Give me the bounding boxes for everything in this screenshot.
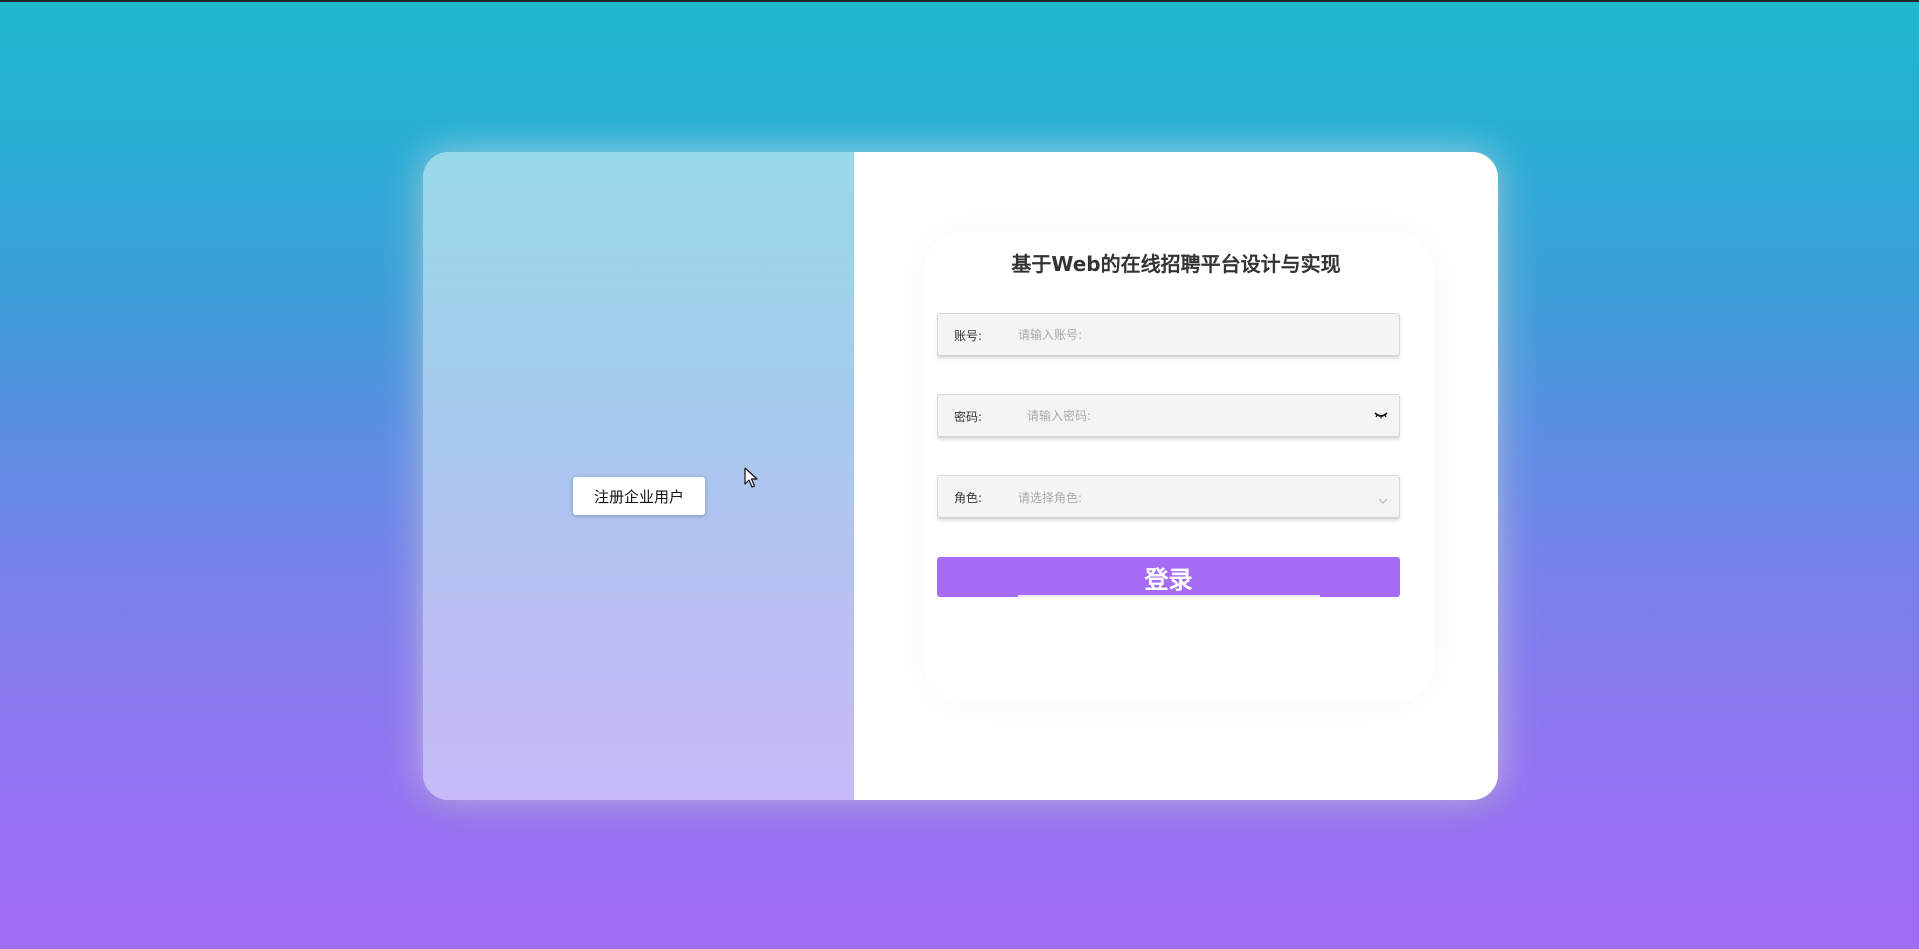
account-label: 账号: bbox=[954, 329, 983, 343]
page-title: 基于Web的在线招聘平台设计与实现 bbox=[1011, 252, 1341, 276]
password-field[interactable]: 密码: bbox=[937, 394, 1400, 438]
role-select-placeholder: 请选择角色: bbox=[1018, 491, 1083, 505]
login-button[interactable]: 登录 bbox=[937, 557, 1400, 597]
password-input[interactable] bbox=[1027, 395, 1367, 437]
account-input[interactable] bbox=[1018, 314, 1388, 356]
mouse-cursor-icon bbox=[744, 467, 758, 489]
password-label: 密码: bbox=[954, 410, 983, 424]
register-company-user-button[interactable]: 注册企业用户 bbox=[573, 477, 705, 515]
login-card: 注册企业用户 基于Web的在线招聘平台设计与实现 账号: 密码: 角色: 请选择… bbox=[423, 152, 1498, 800]
eye-closed-icon[interactable] bbox=[1373, 407, 1389, 423]
left-panel: 注册企业用户 bbox=[423, 152, 854, 800]
window-top-border bbox=[0, 0, 1919, 2]
chevron-down-icon bbox=[1377, 492, 1389, 504]
login-button-underline bbox=[1018, 595, 1320, 597]
account-field[interactable]: 账号: bbox=[937, 313, 1400, 357]
role-select[interactable]: 角色: 请选择角色: bbox=[937, 475, 1400, 519]
form-shadow bbox=[924, 232, 1434, 702]
role-label: 角色: bbox=[954, 491, 983, 505]
